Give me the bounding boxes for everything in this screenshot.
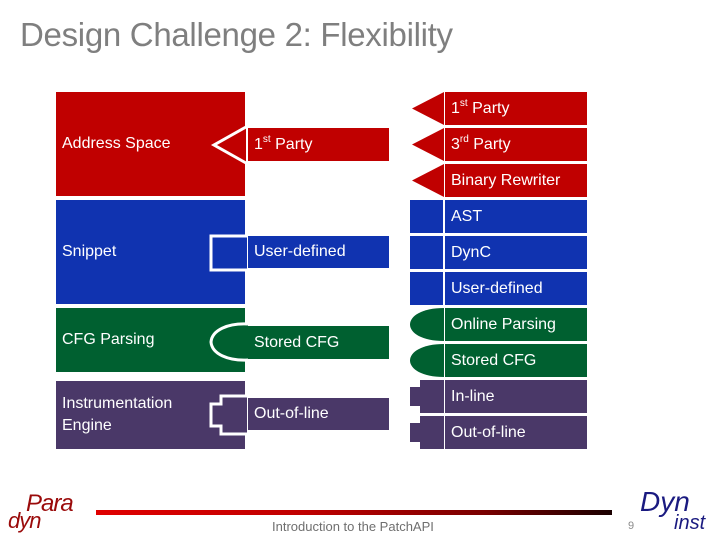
- triangle-plug-icon: [412, 92, 444, 125]
- paradyn-logo: Para dyn: [8, 490, 74, 533]
- option-binary-rewriter: Binary Rewriter: [445, 164, 587, 197]
- instrumentation-current-out-of-line: Out-of-line: [248, 398, 389, 430]
- puzzle-plug-icon: [410, 380, 444, 413]
- ellipse-plug-icon: [410, 308, 444, 341]
- puzzle-socket-icon: [209, 394, 247, 436]
- footer-divider: [96, 510, 612, 515]
- option-in-line: In-line: [445, 380, 587, 413]
- square-plug-icon: [410, 272, 443, 305]
- option-1st-party: 1st Party: [445, 92, 587, 125]
- triangle-plug-icon: [412, 128, 444, 161]
- cfg-parsing-label: CFG Parsing: [62, 331, 155, 348]
- ellipse-socket-icon: [209, 322, 249, 362]
- option-ast: AST: [445, 200, 587, 233]
- option-stored-cfg: Stored CFG: [445, 344, 587, 377]
- instrumentation-engine-label: Instrumentation Engine: [62, 395, 173, 434]
- cfg-current-stored-cfg: Stored CFG: [248, 326, 389, 359]
- ellipse-plug-icon: [410, 344, 444, 377]
- option-dync: DynC: [445, 236, 587, 269]
- triangle-socket-icon: [210, 125, 247, 165]
- footer-title: Introduction to the PatchAPI: [272, 519, 434, 534]
- option-3rd-party: 3rd Party: [445, 128, 587, 161]
- option-out-of-line: Out-of-line: [445, 416, 587, 449]
- address-space-label: Address Space: [62, 135, 171, 152]
- square-plug-icon: [410, 200, 443, 233]
- option-user-defined: User-defined: [445, 272, 587, 305]
- puzzle-plug-icon: [410, 416, 444, 449]
- address-space-current-1st-party: 1st Party: [248, 128, 389, 161]
- triangle-plug-icon: [412, 164, 444, 197]
- dyninst-logo: Dyn inst: [640, 486, 706, 534]
- square-plug-icon: [410, 236, 443, 269]
- snippet-label: Snippet: [62, 243, 117, 260]
- snippet-current-user-defined: User-defined: [248, 236, 389, 268]
- slide-title: Design Challenge 2: Flexibility: [20, 16, 453, 53]
- page-number: 9: [628, 520, 635, 532]
- square-socket-icon: [209, 234, 247, 272]
- option-online-parsing: Online Parsing: [445, 308, 587, 341]
